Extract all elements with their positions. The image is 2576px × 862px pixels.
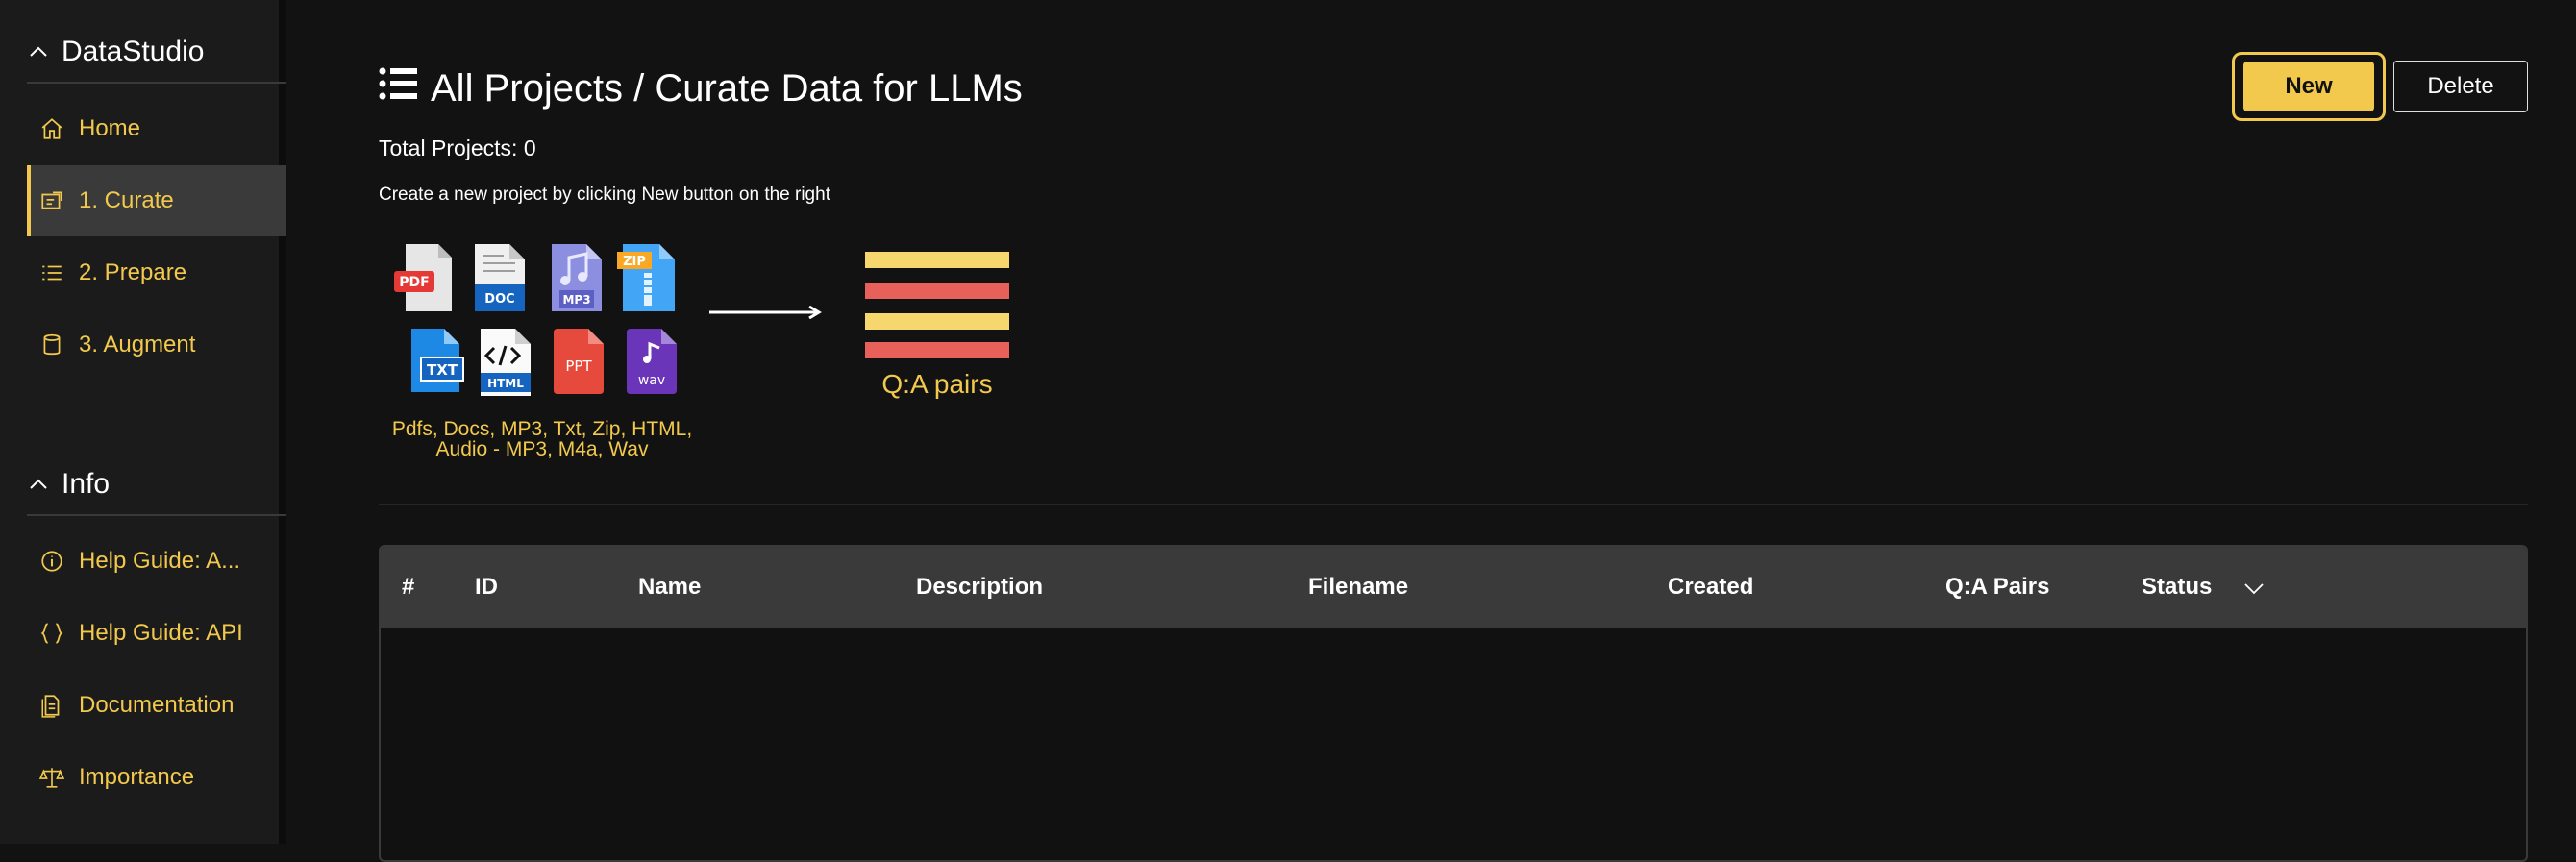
- arrow-right-icon: [709, 306, 822, 319]
- sidebar-item-label: Importance: [79, 764, 195, 790]
- column-header-filename[interactable]: Filename: [1308, 547, 1408, 628]
- qa-bar-red: [865, 283, 1009, 299]
- column-header-name[interactable]: Name: [638, 547, 701, 628]
- column-header-status[interactable]: Status: [2142, 547, 2212, 628]
- doc-file-icon: DOC: [475, 244, 525, 311]
- new-button-label: New: [2243, 62, 2374, 111]
- sidebar-item-home[interactable]: Home: [27, 93, 286, 164]
- column-header-created[interactable]: Created: [1668, 547, 1753, 628]
- chevron-down-icon[interactable]: [2242, 576, 2266, 601]
- sidebar-item-augment[interactable]: 3. Augment: [27, 309, 286, 381]
- doc-label: DOC: [484, 292, 514, 307]
- sidebar-item-help-guide-a[interactable]: Help Guide: A...: [27, 526, 286, 597]
- total-projects: Total Projects: 0: [379, 135, 536, 160]
- mp3-file-icon: MP3: [552, 244, 602, 311]
- list-icon: [379, 66, 417, 111]
- sidebar-item-help-guide-api[interactable]: Help Guide: API: [27, 598, 286, 669]
- divider: [379, 504, 2528, 505]
- braces-icon: [38, 620, 65, 647]
- chevron-up-icon: [27, 473, 50, 496]
- sidebar-item-curate[interactable]: 1. Curate: [27, 165, 286, 236]
- section-title: DataStudio: [62, 36, 205, 67]
- mp3-label: MP3: [562, 293, 590, 307]
- sidebar-item-label: Help Guide: API: [79, 620, 243, 646]
- new-button[interactable]: New: [2232, 52, 2386, 121]
- sidebar-item-label: Home: [79, 115, 141, 141]
- html-file-icon: HTML: [481, 329, 531, 396]
- curate-icon: [38, 187, 65, 214]
- qa-bar-yellow: [865, 313, 1009, 330]
- delete-button[interactable]: Delete: [2393, 61, 2528, 112]
- database-icon: [38, 332, 65, 358]
- qa-bar-yellow: [865, 252, 1009, 268]
- sidebar-item-label: 1. Curate: [79, 187, 174, 213]
- zip-label: ZIP: [623, 255, 646, 269]
- column-header-description[interactable]: Description: [916, 547, 1043, 628]
- supported-formats: Pdfs, Docs, MP3, Txt, Zip, HTML, Audio -…: [379, 419, 706, 459]
- home-icon: [38, 115, 65, 142]
- html-label: HTML: [487, 377, 524, 390]
- column-header-qa-pairs[interactable]: Q:A Pairs: [1945, 547, 2049, 628]
- formats-line-2: Audio - MP3, M4a, Wav: [435, 438, 649, 460]
- formats-line-1: Pdfs, Docs, MP3, Txt, Zip, HTML,: [391, 418, 693, 440]
- txt-file-icon: TXT: [411, 329, 464, 392]
- column-header-index[interactable]: #: [402, 547, 414, 628]
- wav-label: wav: [638, 373, 665, 388]
- pdf-label: PDF: [399, 275, 429, 290]
- sidebar-item-importance[interactable]: Importance: [27, 742, 286, 813]
- chevron-up-icon: [27, 40, 50, 63]
- projects-table: # ID Name Description Filename Created Q…: [379, 545, 2528, 862]
- qa-bar-red: [865, 342, 1009, 358]
- sidebar-item-documentation[interactable]: Documentation: [27, 670, 286, 741]
- document-icon: [38, 692, 65, 719]
- table-header: # ID Name Description Filename Created Q…: [381, 547, 2526, 628]
- scale-icon: [38, 764, 65, 791]
- sidebar-item-prepare[interactable]: 2. Prepare: [27, 237, 286, 308]
- sidebar: DataStudio Home 1. Curate 2. Prepare 3. …: [0, 0, 286, 844]
- info-section-header[interactable]: Info: [27, 457, 285, 511]
- divider: [27, 514, 286, 516]
- zip-file-icon: ZIP: [617, 244, 675, 311]
- page-title: All Projects / Curate Data for LLMs: [379, 62, 1023, 115]
- ppt-label: PPT: [565, 357, 592, 375]
- pdf-file-icon: PDF: [394, 244, 452, 311]
- page-title-text: All Projects / Curate Data for LLMs: [431, 66, 1023, 110]
- qa-pairs-label: Q:A pairs: [881, 369, 993, 399]
- section-title: Info: [62, 468, 111, 500]
- info-icon: [38, 548, 65, 575]
- column-header-id[interactable]: ID: [475, 547, 498, 628]
- hint-text: Create a new project by clicking New but…: [379, 185, 830, 205]
- list-icon: [38, 259, 65, 286]
- sidebar-item-label: Documentation: [79, 692, 235, 718]
- wav-file-icon: wav: [627, 329, 677, 394]
- datastudio-section-header[interactable]: DataStudio: [27, 25, 285, 79]
- divider: [27, 82, 286, 84]
- txt-label: TXT: [427, 361, 458, 379]
- table-body: [381, 628, 2526, 860]
- sidebar-item-label: 3. Augment: [79, 332, 196, 357]
- sidebar-item-label: Help Guide: A...: [79, 548, 241, 574]
- ppt-file-icon: PPT: [554, 329, 604, 394]
- sidebar-item-label: 2. Prepare: [79, 259, 187, 285]
